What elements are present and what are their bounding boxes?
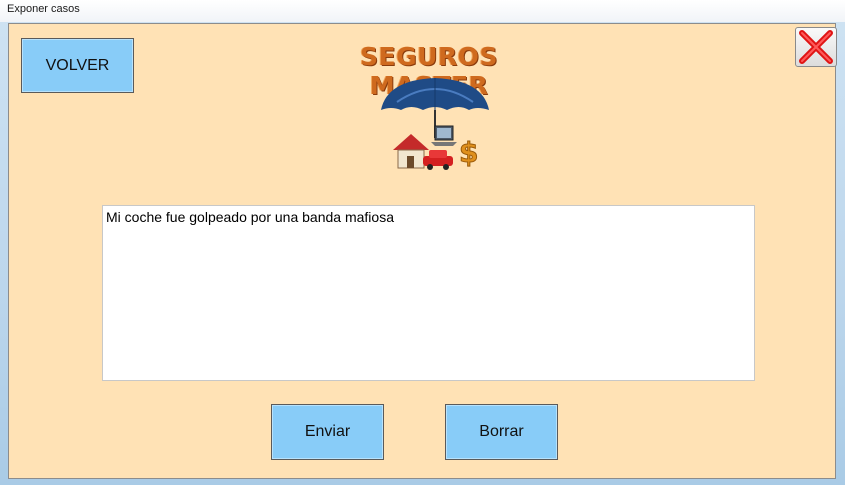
close-button[interactable] bbox=[795, 27, 837, 67]
back-button[interactable]: VOLVER bbox=[21, 38, 134, 93]
svg-text:$: $ bbox=[459, 136, 478, 169]
clear-button[interactable]: Borrar bbox=[445, 404, 558, 460]
form-panel: VOLVER SEGUROS MASTER $ Mi coche fue gol… bbox=[8, 23, 837, 479]
send-button[interactable]: Enviar bbox=[271, 404, 384, 460]
window-title: Exponer casos bbox=[7, 3, 80, 15]
window-titlebar: Exponer casos bbox=[0, 0, 845, 22]
close-icon bbox=[799, 30, 833, 64]
insurance-umbrella-logo: $ bbox=[381, 78, 489, 170]
case-description-textarea[interactable]: Mi coche fue golpeado por una banda mafi… bbox=[102, 205, 755, 381]
